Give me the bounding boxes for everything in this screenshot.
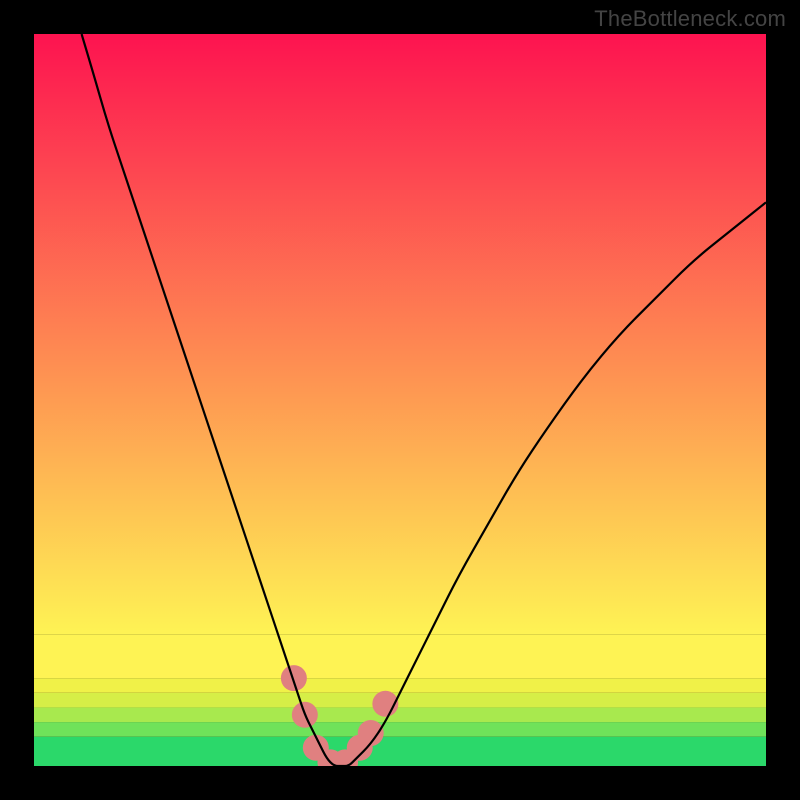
plot-area xyxy=(34,34,766,766)
plot-overlay xyxy=(34,34,766,766)
chart-frame: TheBottleneck.com xyxy=(0,0,800,800)
bottleneck-curve xyxy=(82,34,766,766)
curve-marker xyxy=(281,665,307,691)
curve-markers xyxy=(281,665,399,766)
watermark-text: TheBottleneck.com xyxy=(594,6,786,32)
